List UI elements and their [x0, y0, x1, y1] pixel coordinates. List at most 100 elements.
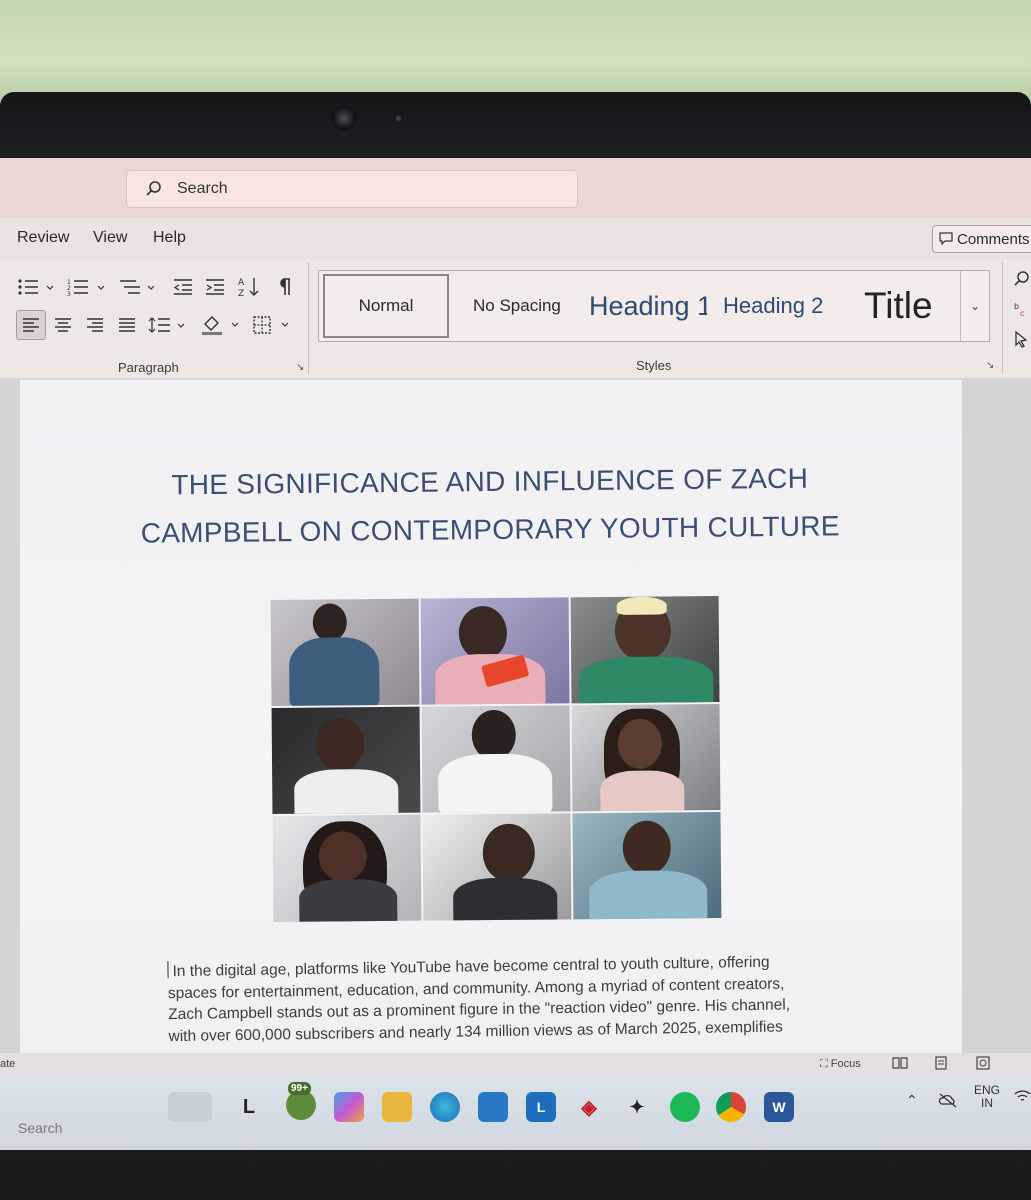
taskbar-search[interactable]: Search: [18, 1120, 62, 1136]
search-box[interactable]: Search: [126, 170, 578, 208]
show-formatting-button[interactable]: [270, 272, 298, 302]
print-layout-icon[interactable]: [934, 1056, 948, 1070]
style-title[interactable]: Title: [864, 271, 933, 341]
collage-photo: [272, 814, 422, 922]
app-l-icon[interactable]: L: [526, 1092, 556, 1122]
bullets-button[interactable]: [14, 272, 58, 302]
shading-button[interactable]: [198, 310, 244, 340]
styles-dialog-launcher-icon[interactable]: ↘: [986, 360, 994, 371]
spotify-icon[interactable]: [670, 1092, 700, 1122]
select-cursor-icon[interactable]: [1012, 330, 1030, 348]
bullet-list-icon: [18, 279, 54, 295]
justify-button[interactable]: [112, 310, 142, 340]
chevron-down-icon: ⌄: [969, 299, 981, 313]
region-code: IN: [981, 1096, 993, 1110]
wifi-icon[interactable]: [1014, 1088, 1031, 1104]
collage-photo: [570, 596, 720, 704]
chat-app-icon[interactable]: 99+: [286, 1082, 316, 1120]
paragraph-group-label: Paragraph: [118, 360, 179, 375]
paragraph-dialog-launcher-icon[interactable]: ↘: [296, 362, 304, 373]
copilot-icon[interactable]: [334, 1092, 364, 1122]
collage-photo: [422, 813, 572, 921]
style-no-spacing[interactable]: No Spacing: [473, 271, 561, 341]
decrease-indent-button[interactable]: [168, 272, 198, 302]
search-icon: [146, 181, 161, 196]
styles-group-label: Styles: [636, 358, 672, 373]
collage-photo: [271, 706, 421, 814]
text-cursor: [167, 961, 169, 979]
comments-label: Comments: [957, 230, 1030, 248]
multilevel-list-button[interactable]: [116, 272, 160, 302]
style-normal[interactable]: Normal: [323, 274, 449, 338]
menu-help[interactable]: Help: [153, 229, 186, 247]
chevron-up-icon[interactable]: ⌃: [906, 1093, 918, 1107]
menu-review[interactable]: Review: [17, 229, 69, 247]
align-left-icon: [23, 318, 39, 332]
chrome-icon[interactable]: [716, 1092, 746, 1122]
read-mode-icon[interactable]: [892, 1056, 908, 1070]
notification-badge: 99+: [288, 1082, 311, 1095]
word-app-icon[interactable]: W: [764, 1092, 794, 1122]
dropbox-icon[interactable]: ✦: [622, 1092, 652, 1122]
mcafee-icon[interactable]: ◈: [574, 1092, 604, 1122]
photo-collage[interactable]: [270, 596, 722, 922]
onedrive-offline-icon[interactable]: [938, 1092, 958, 1108]
collage-photo: [421, 705, 571, 813]
svg-text:c: c: [1020, 309, 1024, 318]
task-view-icon[interactable]: L: [234, 1092, 264, 1122]
document-title-line: CAMPBELL ON CONTEMPORARY YOUTH CULTURE: [140, 510, 840, 549]
focus-button[interactable]: ⛶ Focus: [820, 1058, 861, 1071]
comments-button[interactable]: Comments: [932, 225, 1031, 253]
store-icon[interactable]: [478, 1092, 508, 1122]
focus-label: Focus: [830, 1058, 861, 1070]
collage-photo: [270, 598, 420, 706]
styles-more-button[interactable]: ⌄: [960, 270, 989, 342]
comment-icon: [939, 232, 953, 246]
align-center-icon: [55, 318, 71, 332]
line-spacing-button[interactable]: [146, 310, 190, 340]
svg-text:3: 3: [67, 291, 71, 297]
file-explorer-icon[interactable]: [382, 1092, 412, 1122]
focus-icon: ⛶: [820, 1058, 831, 1070]
search-placeholder: Search: [177, 180, 228, 197]
borders-icon: [253, 316, 289, 334]
align-right-button[interactable]: [80, 310, 110, 340]
pilcrow-icon: [280, 278, 290, 295]
line-spacing-icon: [148, 317, 185, 333]
numbered-list-icon: 1 2 3: [67, 279, 105, 297]
language-indicator[interactable]: ENG IN: [974, 1084, 1000, 1110]
paint-bucket-icon: [202, 316, 239, 335]
decrease-indent-icon: [173, 279, 192, 295]
laptop-screen: Search Review View Help Comments 1 2 3 A…: [0, 158, 1031, 1150]
align-center-button[interactable]: [48, 310, 78, 340]
svg-text:b: b: [1014, 302, 1019, 311]
ribbon-separator: [308, 262, 309, 374]
sort-button[interactable]: A Z: [234, 272, 264, 302]
status-bar: [0, 1053, 1031, 1075]
style-heading-2[interactable]: Heading 2: [723, 271, 823, 341]
borders-button[interactable]: [250, 310, 296, 340]
menu-view[interactable]: View: [93, 229, 127, 247]
webcam-led: [396, 116, 401, 121]
document-title[interactable]: THE SIGNIFICANCE AND INFLUENCE OF ZACH C…: [130, 454, 851, 558]
style-heading-1[interactable]: Heading 1: [589, 271, 707, 341]
align-left-button[interactable]: [16, 310, 46, 340]
justify-icon: [119, 318, 135, 332]
web-layout-icon[interactable]: [976, 1056, 990, 1070]
numbering-button[interactable]: 1 2 3: [64, 272, 110, 302]
widgets-icon[interactable]: [168, 1092, 212, 1122]
document-title-line: THE SIGNIFICANCE AND INFLUENCE OF ZACH: [171, 462, 809, 501]
collage-photo: [420, 597, 570, 705]
increase-indent-button[interactable]: [200, 272, 230, 302]
increase-indent-icon: [206, 279, 224, 295]
svg-text:Z: Z: [238, 289, 244, 298]
document-body[interactable]: In the digital age, platforms like YouTu…: [167, 951, 828, 1047]
replace-icon[interactable]: b c: [1012, 300, 1030, 318]
edge-browser-icon[interactable]: [430, 1092, 460, 1122]
find-icon[interactable]: [1012, 270, 1030, 288]
status-text: ate: [0, 1058, 16, 1070]
webcam-icon: [332, 106, 356, 130]
multilevel-list-icon: [120, 280, 155, 294]
styles-gallery: Normal No Spacing Heading 1 Heading 2 Ti…: [318, 270, 990, 342]
align-right-icon: [87, 318, 103, 332]
